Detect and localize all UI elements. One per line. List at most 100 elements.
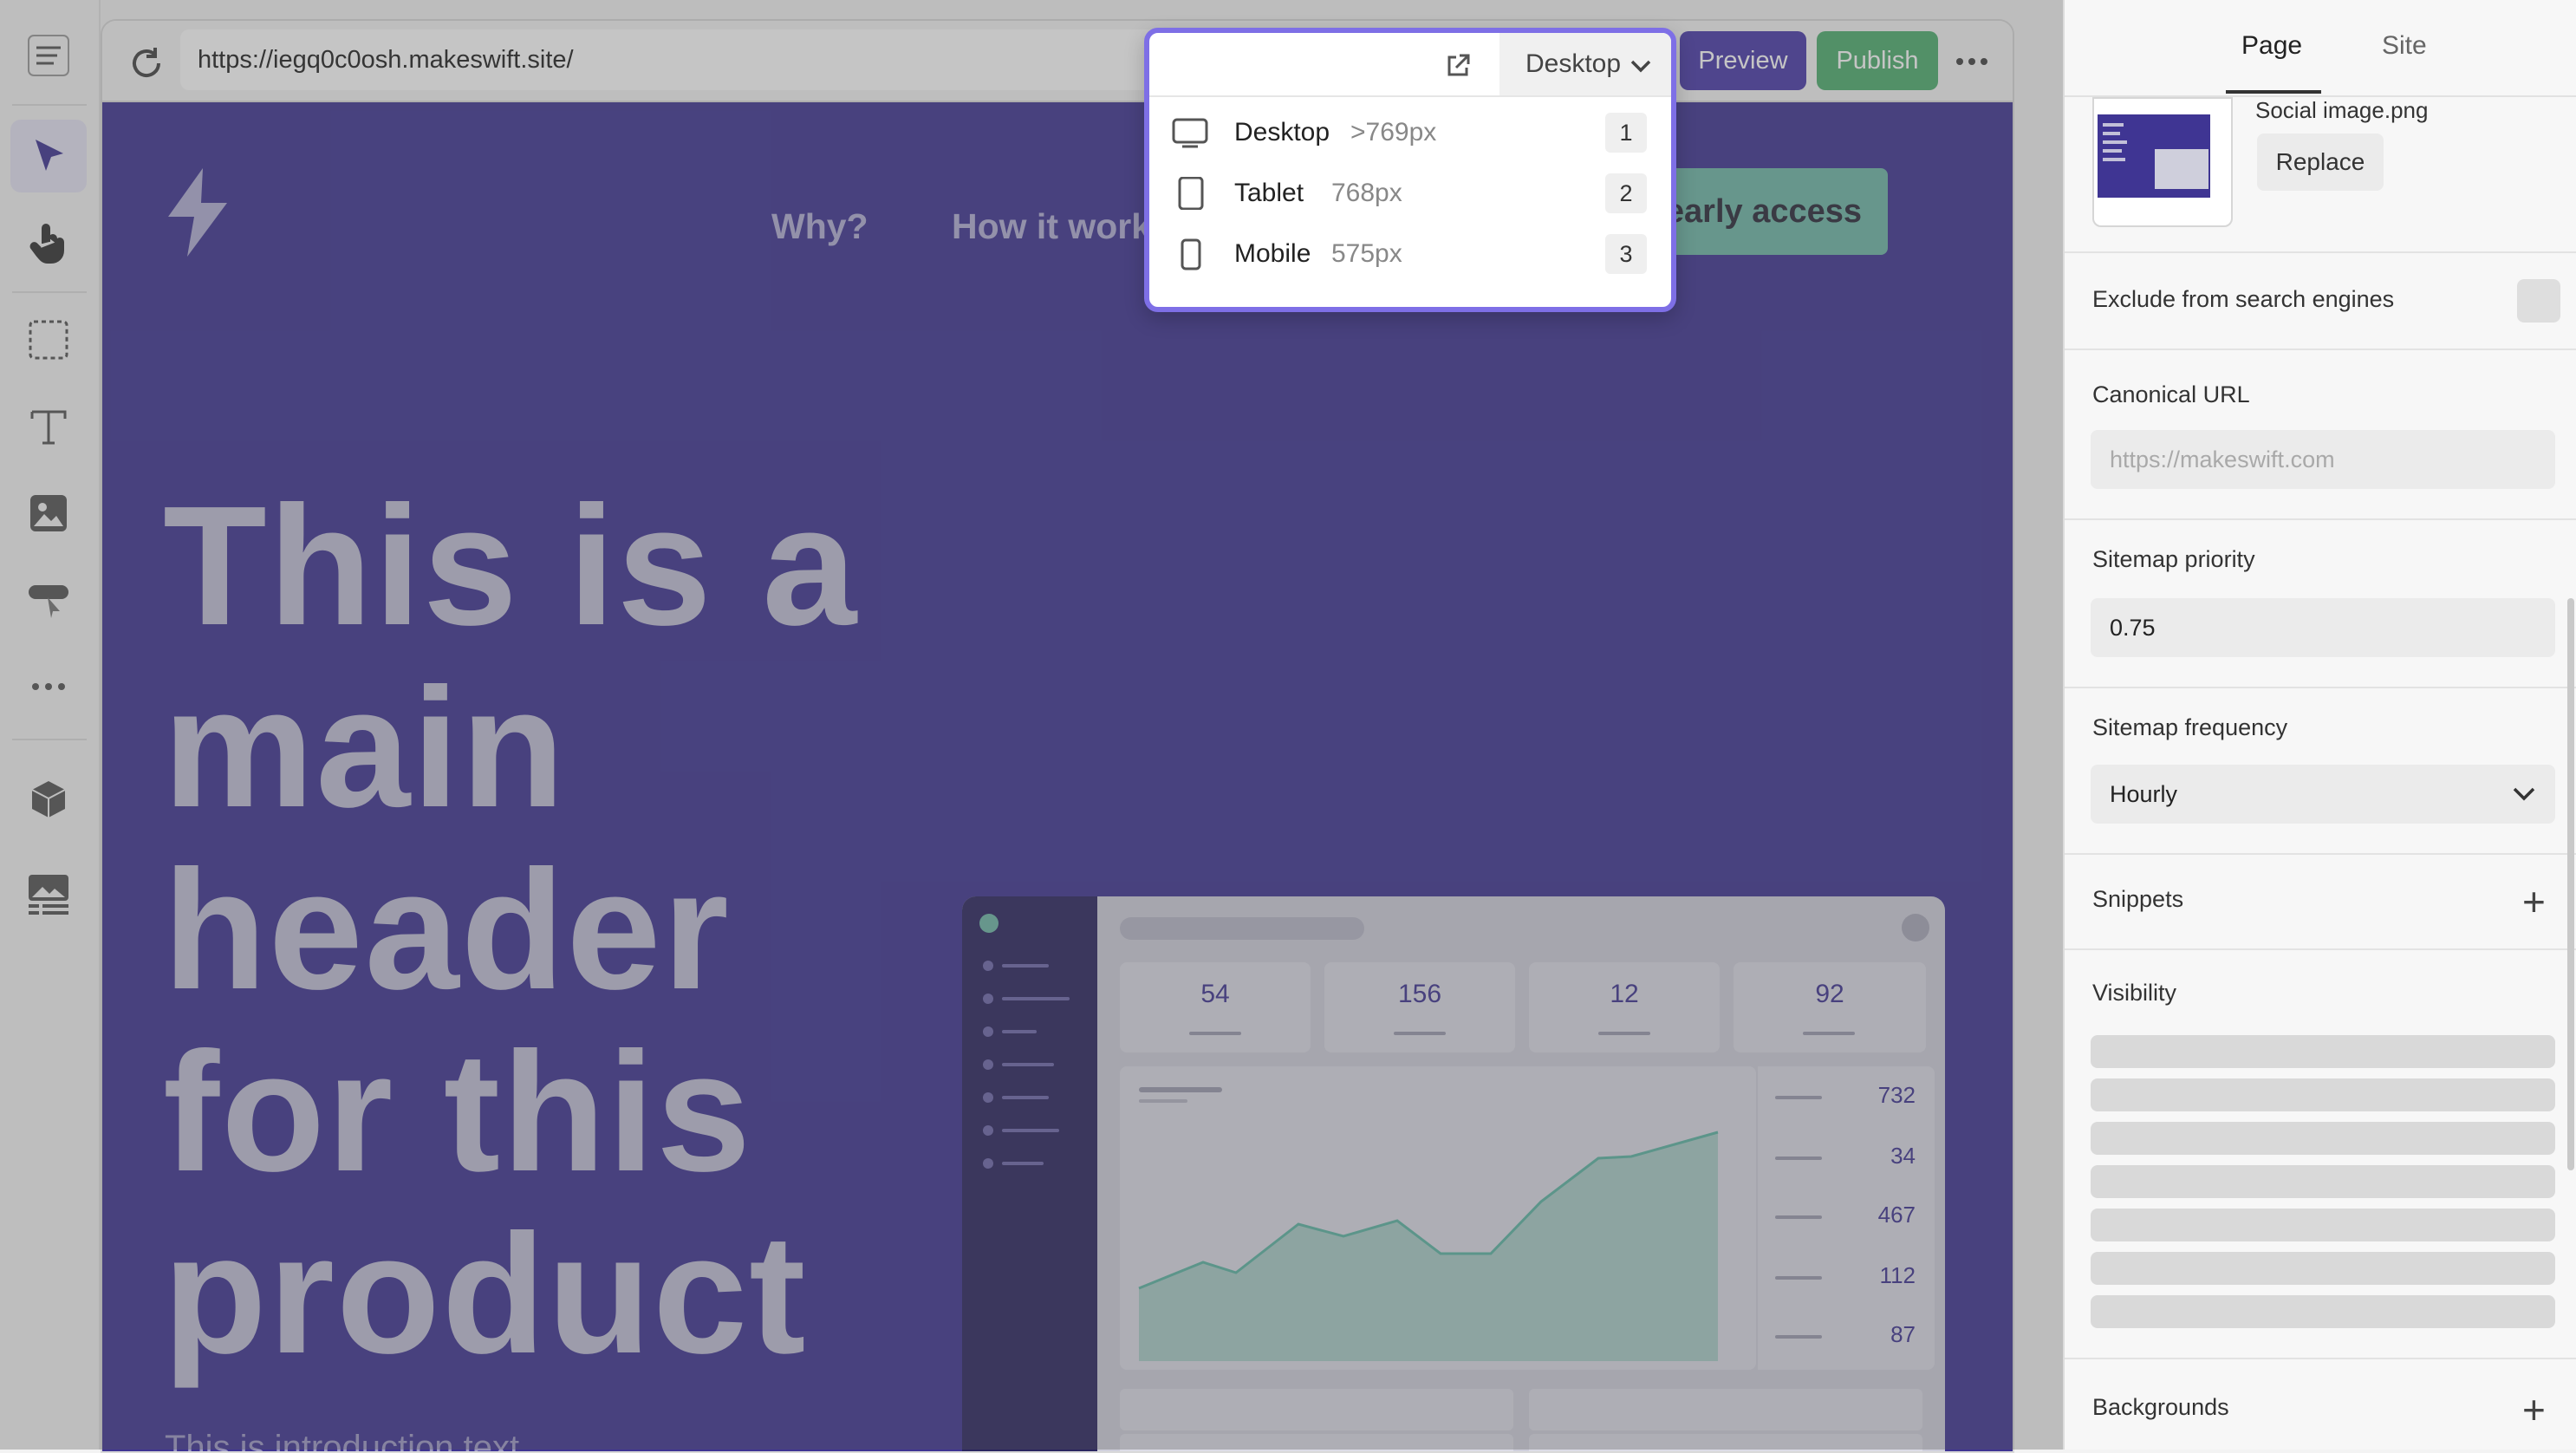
image-tool[interactable] [10,477,87,550]
add-background-icon[interactable]: + [2522,1390,2546,1430]
loading-placeholder [2091,1252,2555,1285]
select-arrow-icon [36,140,63,171]
hero-intro: This is introduction text [165,1429,520,1451]
menu-button[interactable] [10,19,87,92]
tab-site[interactable]: Site [2382,31,2427,61]
metric-value: 467 [1877,1202,1916,1228]
visibility-label: Visibility [2092,980,2177,1006]
social-image-thumbnail[interactable] [2092,97,2233,227]
sidebar-bullet [983,1026,993,1037]
dashboard-area-chart [1120,1066,1756,1370]
sitemap-priority-label: Sitemap priority [2092,546,2255,572]
device-option-size: >769px [1350,118,1437,147]
nav-link-why[interactable]: Why? [771,206,868,247]
sidebar-line [1002,1030,1037,1033]
canonical-url-label: Canonical URL [2092,381,2250,407]
text-tool[interactable] [10,390,87,463]
replace-image-button[interactable]: Replace [2257,134,2384,191]
sidebar-line [1002,1162,1044,1165]
metric-bar [1775,1157,1822,1160]
area-chart-graphic [1138,1087,1719,1361]
backgrounds-label: Backgrounds [2092,1394,2229,1420]
stat-value: 54 [1200,980,1230,1008]
backgrounds-section: Backgrounds + [2065,1359,2576,1450]
shortcut-badge: 2 [1605,173,1647,213]
sidebar-line [1002,964,1049,968]
loading-placeholder [2091,1295,2555,1328]
loading-placeholder [2091,1165,2555,1198]
site-preview: Why? How it work Get early access This i… [102,102,2013,1451]
thumbnail-preview-graphic [2098,114,2210,198]
loading-placeholder [2091,1209,2555,1241]
device-option-mobile[interactable]: Mobile 575px 3 [1149,224,1671,284]
sitemap-frequency-select[interactable]: Hourly [2091,765,2555,824]
stat-card: 12 [1529,962,1720,1052]
metric-bar [1775,1276,1822,1280]
more-options-button[interactable] [1950,40,1994,83]
sitemap-frequency-value: Hourly [2110,780,2178,807]
external-link-icon [1447,54,1470,76]
social-image-section: Social image.png Replace [2065,97,2576,253]
metric-bar [1775,1215,1822,1219]
sitemap-priority-input[interactable]: 0.75 [2091,598,2555,657]
exclude-checkbox[interactable] [2517,279,2560,323]
stat-card: 54 [1120,962,1311,1052]
canonical-url-section: Canonical URL https://makeswift.com [2065,350,2576,520]
loading-placeholder [2091,1035,2555,1068]
browser-toolbar: https://iegq0c0osh.makeswift.site/ Previ… [102,21,2013,102]
reload-button[interactable] [120,36,173,90]
sidebar-bullet [983,994,993,1004]
panel-tabs: Page Site [2065,0,2576,97]
tab-page[interactable]: Page [2241,31,2302,61]
components-library-button[interactable] [10,763,87,836]
hand-icon [29,224,64,264]
open-external-button[interactable] [1441,49,1475,83]
assets-button[interactable] [10,858,87,931]
hand-tool[interactable] [10,206,87,279]
select-tool[interactable] [10,120,87,192]
bolt-logo-icon[interactable] [161,165,234,260]
preview-button[interactable]: Preview [1680,31,1806,90]
list-item [1529,1434,1922,1451]
tablet-icon [1178,177,1204,210]
marquee-tool[interactable] [10,303,87,376]
shortcut-badge: 3 [1605,234,1647,274]
popover-header: Desktop [1149,33,1671,97]
device-select-value: Desktop [1525,49,1622,78]
canonical-url-input[interactable]: https://makeswift.com [2091,430,2555,489]
metric-bar [1775,1335,1822,1339]
sidebar-line [1002,1096,1049,1099]
device-option-label: Mobile [1234,239,1311,268]
visibility-section: Visibility [2065,950,2576,1359]
sitemap-frequency-section: Sitemap frequency Hourly [2065,688,2576,855]
device-option-desktop[interactable]: Desktop >769px 1 [1149,102,1671,163]
metric-value: 87 [1890,1321,1916,1347]
stat-value: 12 [1610,980,1639,1008]
text-icon [30,410,67,445]
stat-card: 156 [1324,962,1515,1052]
hero-headline: This is a main header for this product [163,471,859,1389]
device-option-tablet[interactable]: Tablet 768px 2 [1149,163,1671,224]
list-item [1120,1434,1513,1451]
dashboard-sidebar [962,896,1097,1451]
component-tool[interactable] [10,564,87,636]
device-select[interactable]: Desktop [1499,33,1671,95]
sidebar-bullet [983,1059,993,1070]
sidebar-bullet [983,961,993,971]
rail-divider [12,739,87,740]
snippets-section: Snippets + [2065,855,2576,950]
marquee-icon [29,320,68,360]
device-option-label: Desktop [1234,118,1330,147]
nav-link-how-it-works[interactable]: How it work [952,206,1151,247]
url-field[interactable]: https://iegq0c0osh.makeswift.site/ [180,29,1220,90]
menu-icon [28,35,69,76]
more-tools-button[interactable] [10,650,87,723]
rail-divider [12,291,87,293]
publish-button[interactable]: Publish [1817,31,1938,90]
stat-value: 92 [1815,980,1844,1008]
tool-rail [0,0,101,1450]
add-snippet-icon[interactable]: + [2522,882,2546,922]
panel-scrollbar[interactable] [2567,598,2574,1170]
metric-value: 112 [1879,1262,1916,1288]
sidebar-line [1002,997,1070,1000]
